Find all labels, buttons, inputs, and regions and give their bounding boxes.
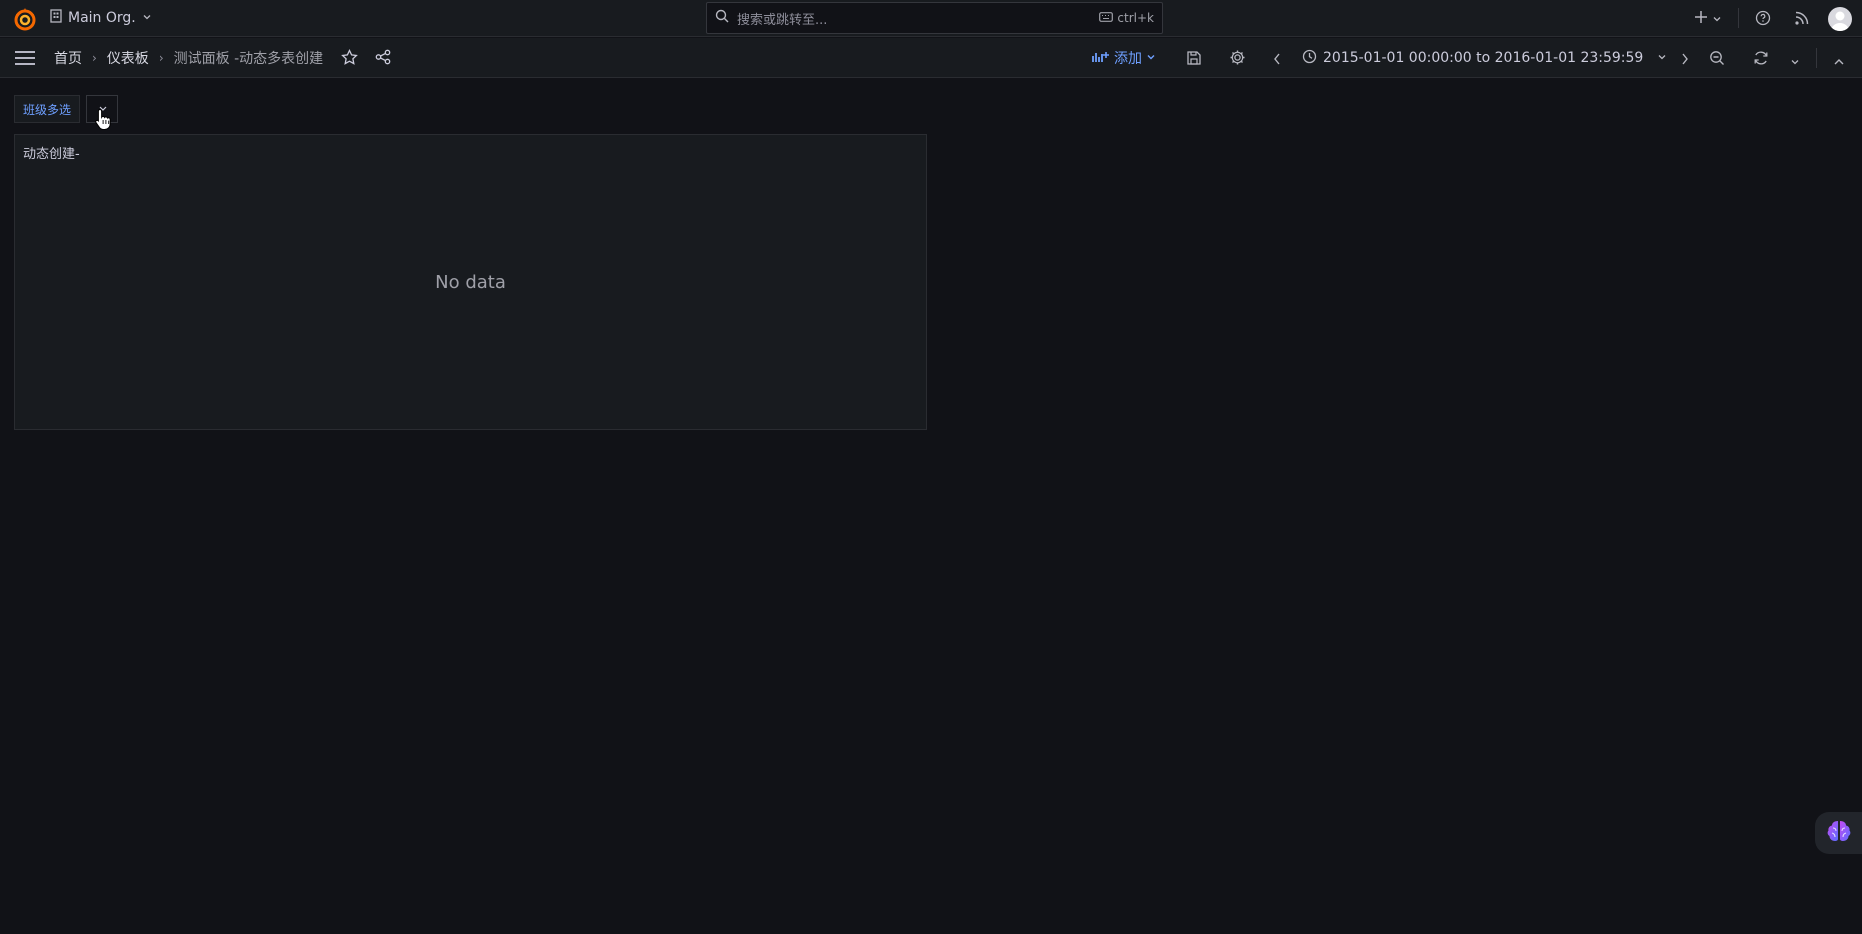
add-button[interactable]: 添加 — [1092, 48, 1156, 68]
search-icon — [715, 9, 729, 27]
time-range-picker[interactable]: 2015-01-01 00:00:00 to 2016-01-01 23:59:… — [1302, 48, 1667, 68]
search-shortcut-hint: ctrl+k — [1099, 11, 1154, 25]
save-icon[interactable] — [1186, 50, 1202, 70]
search-placeholder: 搜索或跳转至... — [737, 12, 828, 28]
org-switcher[interactable]: Main Org. — [50, 8, 152, 28]
chevron-up-icon[interactable] — [1833, 52, 1845, 71]
building-icon — [50, 9, 62, 27]
panel: 动态创建- No data — [14, 134, 927, 430]
no-data-message: No data — [435, 271, 506, 293]
share-icon[interactable] — [375, 49, 391, 69]
brain-icon — [1826, 819, 1852, 847]
search-shortcut: ctrl+k — [1117, 11, 1154, 25]
chevron-down-icon — [142, 10, 152, 26]
clock-icon — [1302, 49, 1317, 68]
chevron-left-icon[interactable] — [1272, 51, 1282, 70]
divider — [1738, 8, 1739, 28]
chevron-right-icon: › — [92, 51, 97, 65]
pointer-cursor-icon — [95, 108, 112, 134]
breadcrumb: 首页 › 仪表板 › 测试面板 -动态多表创建 — [54, 48, 323, 68]
time-range-text: 2015-01-01 00:00:00 to 2016-01-01 23:59:… — [1323, 50, 1644, 66]
star-icon[interactable] — [341, 48, 358, 70]
breadcrumb-home[interactable]: 首页 — [54, 48, 82, 68]
add-label: 添加 — [1114, 51, 1142, 67]
chevron-down-icon — [1657, 50, 1667, 66]
rss-icon[interactable] — [1794, 10, 1810, 30]
plus-icon — [1694, 9, 1708, 28]
org-name: Main Org. — [68, 10, 136, 26]
refresh-icon[interactable] — [1753, 50, 1769, 70]
keyboard-icon — [1099, 11, 1114, 25]
chevron-down-icon — [1712, 9, 1722, 28]
breadcrumb-dashboards[interactable]: 仪表板 — [107, 48, 149, 68]
divider — [1816, 48, 1817, 68]
menu-icon[interactable] — [15, 50, 35, 70]
top-bar: Main Org. 搜索或跳转至... ctrl+k — [0, 0, 1862, 37]
gear-icon[interactable] — [1229, 49, 1246, 70]
chevron-right-icon: › — [158, 51, 164, 65]
chevron-down-icon[interactable] — [1790, 52, 1800, 71]
search-input[interactable]: 搜索或跳转至... ctrl+k — [706, 2, 1163, 34]
variable-label: 班级多选 — [14, 95, 81, 123]
chevron-right-icon[interactable] — [1680, 51, 1690, 70]
add-panel-icon — [1092, 49, 1110, 67]
chevron-down-icon — [1146, 50, 1156, 66]
grafana-logo-icon[interactable] — [12, 6, 38, 32]
help-icon[interactable] — [1755, 10, 1771, 30]
breadcrumb-current: 测试面板 -动态多表创建 — [173, 51, 324, 67]
zoom-out-icon[interactable] — [1709, 50, 1725, 70]
assistant-widget[interactable] — [1815, 812, 1862, 854]
avatar[interactable] — [1828, 7, 1852, 31]
new-menu-button[interactable] — [1694, 9, 1722, 28]
